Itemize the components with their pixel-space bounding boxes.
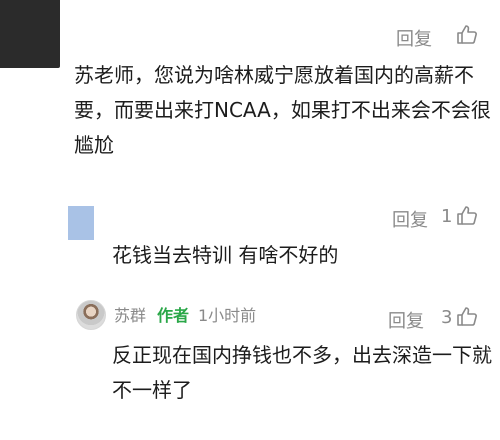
like-count: 1 (441, 206, 453, 227)
comment-text: 苏老师，您说为啥林威宁愿放着国内的高薪不 要，而要出来打NCAA，如果打不出来会… (74, 63, 491, 157)
reply-button[interactable]: 回复 (392, 206, 428, 232)
avatar[interactable] (76, 300, 106, 330)
author-name[interactable]: 苏群 (114, 302, 146, 326)
thumbs-up-icon[interactable] (455, 305, 479, 329)
comment-time: 1小时前 (198, 306, 257, 325)
author-badge: 作者 (157, 306, 190, 325)
thumbs-up-icon[interactable] (455, 23, 479, 47)
comment-text: 花钱当去特训 有啥不好的 (112, 243, 339, 267)
avatar[interactable] (68, 206, 94, 240)
comment-text: 反正现在国内挣钱也不多，出去深造一下就 不一样了 (112, 343, 492, 402)
thumbs-up-icon[interactable] (455, 204, 479, 228)
reply-button[interactable]: 回复 (396, 25, 432, 51)
avatar[interactable] (0, 0, 60, 68)
like-count: 3 (441, 307, 453, 328)
reply-button[interactable]: 回复 (388, 307, 424, 333)
